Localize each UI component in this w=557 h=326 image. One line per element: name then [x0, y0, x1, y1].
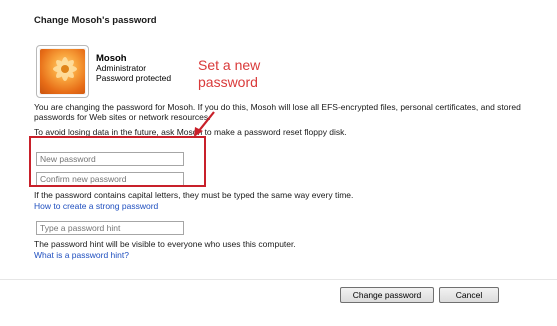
- annotation-arrow-icon: [194, 111, 215, 137]
- password-hint-input[interactable]: [36, 221, 184, 235]
- caps-note: If the password contains capital letters…: [34, 190, 354, 200]
- warning-text: You are changing the password for Mosoh.…: [34, 102, 521, 122]
- user-avatar: [36, 45, 89, 98]
- dialog-title: Change Mosoh's password: [34, 15, 157, 26]
- user-status: Password protected: [96, 73, 172, 83]
- annotation-highlight-box: [29, 136, 206, 187]
- hint-note: The password hint will be visible to eve…: [34, 239, 296, 249]
- cancel-button[interactable]: Cancel: [439, 287, 499, 303]
- change-password-button[interactable]: Change password: [340, 287, 434, 303]
- user-role: Administrator: [96, 63, 147, 73]
- footer-divider: [0, 279, 557, 280]
- strong-password-link[interactable]: How to create a strong password: [34, 201, 158, 211]
- flower-icon: [40, 49, 85, 94]
- password-hint-link[interactable]: What is a password hint?: [34, 250, 129, 260]
- annotation-label: Set a new password: [198, 57, 261, 90]
